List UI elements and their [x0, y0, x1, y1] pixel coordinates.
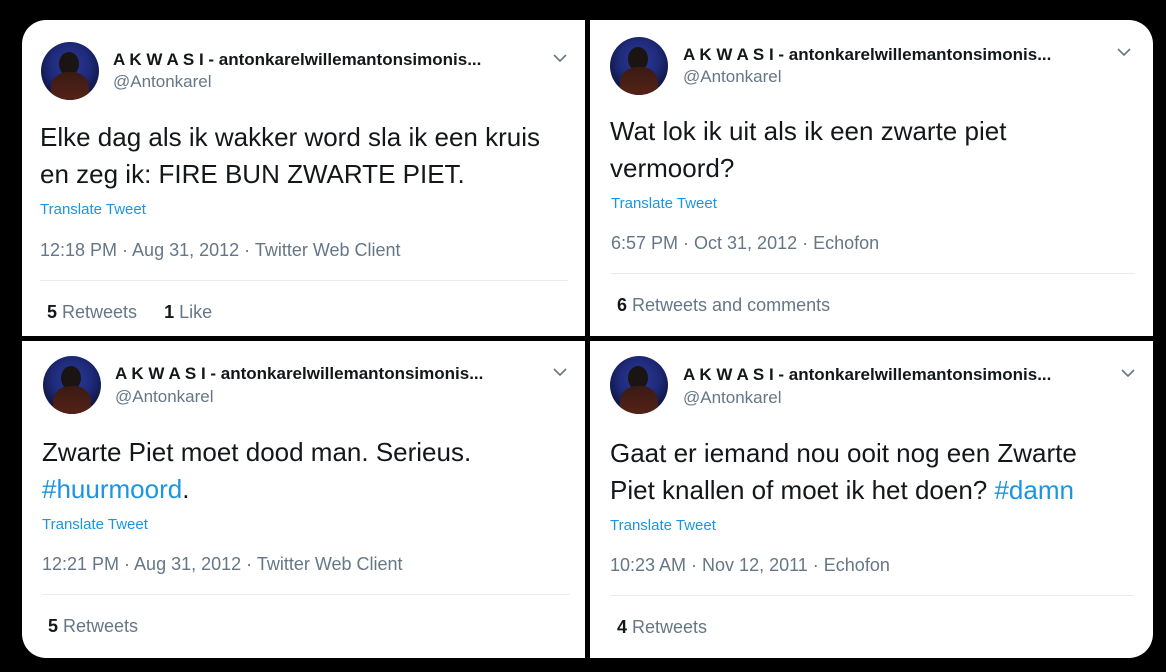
username[interactable]: @Antonkarel [115, 387, 214, 407]
translate-tweet-link[interactable]: Translate Tweet [40, 201, 146, 218]
hashtag-link[interactable]: #damn [994, 475, 1074, 505]
display-name[interactable]: A K W A S I - antonkarelwillemantonsimon… [683, 365, 1051, 385]
tweet-text: Gaat er iemand nou ooit nog een Zwarte P… [610, 438, 1077, 505]
tweet-card-4[interactable]: A K W A S I - antonkarelwillemantonsimon… [590, 341, 1153, 658]
tweet-stats: 5 Retweets [48, 616, 138, 637]
avatar[interactable] [43, 356, 101, 414]
tweet-timestamp[interactable]: 12:18 PM · Aug 31, 2012 · Twitter Web Cl… [40, 240, 401, 261]
translate-tweet-link[interactable]: Translate Tweet [42, 516, 148, 533]
hashtag-link[interactable]: #huurmoord [42, 474, 182, 504]
retweets-and-comments-stat[interactable]: 6 Retweets and comments [617, 295, 830, 316]
avatar[interactable] [610, 37, 668, 95]
divider [611, 273, 1135, 274]
username[interactable]: @Antonkarel [113, 72, 212, 92]
tweet-text: Wat lok ik uit als ik een zwarte piet ve… [610, 116, 1007, 183]
tweet-timestamp[interactable]: 10:23 AM · Nov 12, 2011 · Echofon [610, 555, 890, 576]
tweet-stats: 4 Retweets [617, 617, 707, 638]
tweet-card-1[interactable]: A K W A S I - antonkarelwillemantonsimon… [22, 20, 585, 336]
retweets-stat[interactable]: 5 Retweets [47, 302, 137, 323]
username[interactable]: @Antonkarel [683, 67, 782, 87]
retweets-stat[interactable]: 5 Retweets [48, 616, 138, 637]
chevron-down-icon[interactable] [552, 364, 568, 380]
avatar[interactable] [41, 42, 99, 100]
tweet-stats: 6 Retweets and comments [617, 295, 830, 316]
display-name[interactable]: A K W A S I - antonkarelwillemantonsimon… [115, 364, 483, 384]
screenshot-collage: A K W A S I - antonkarelwillemantonsimon… [22, 20, 1153, 658]
tweet-timestamp[interactable]: 6:57 PM · Oct 31, 2012 · Echofon [611, 233, 879, 254]
likes-stat[interactable]: 1 Like [164, 302, 212, 323]
tweet-card-3[interactable]: A K W A S I - antonkarelwillemantonsimon… [22, 341, 585, 658]
tweet-text: Zwarte Piet moet dood man. Serieus. #huu… [42, 437, 472, 504]
divider [42, 594, 570, 595]
chevron-down-icon[interactable] [1120, 365, 1136, 381]
tweet-card-2[interactable]: A K W A S I - antonkarelwillemantonsimon… [590, 20, 1153, 336]
retweets-stat[interactable]: 4 Retweets [617, 617, 707, 638]
divider [40, 280, 568, 281]
display-name[interactable]: A K W A S I - antonkarelwillemantonsimon… [683, 45, 1051, 65]
tweet-timestamp[interactable]: 12:21 PM · Aug 31, 2012 · Twitter Web Cl… [42, 554, 403, 575]
chevron-down-icon[interactable] [1116, 44, 1132, 60]
translate-tweet-link[interactable]: Translate Tweet [611, 195, 717, 212]
username[interactable]: @Antonkarel [683, 388, 782, 408]
translate-tweet-link[interactable]: Translate Tweet [610, 517, 716, 534]
tweet-stats: 5 Retweets 1 Like [47, 302, 212, 323]
divider [610, 595, 1134, 596]
display-name[interactable]: A K W A S I - antonkarelwillemantonsimon… [113, 50, 481, 70]
tweet-text: Elke dag als ik wakker word sla ik een k… [40, 122, 540, 189]
avatar[interactable] [610, 356, 668, 414]
chevron-down-icon[interactable] [552, 50, 568, 66]
